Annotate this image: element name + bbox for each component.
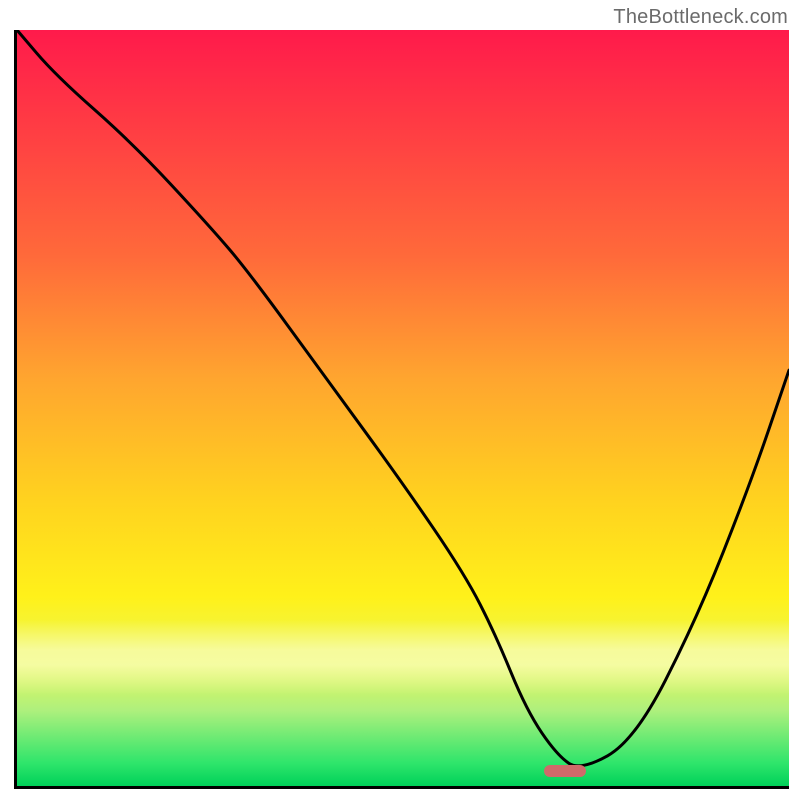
curve-svg xyxy=(17,30,789,786)
watermark-text: TheBottleneck.com xyxy=(613,6,788,29)
min-marker xyxy=(544,765,586,777)
plot-area xyxy=(14,30,789,789)
curve-line xyxy=(17,30,789,766)
